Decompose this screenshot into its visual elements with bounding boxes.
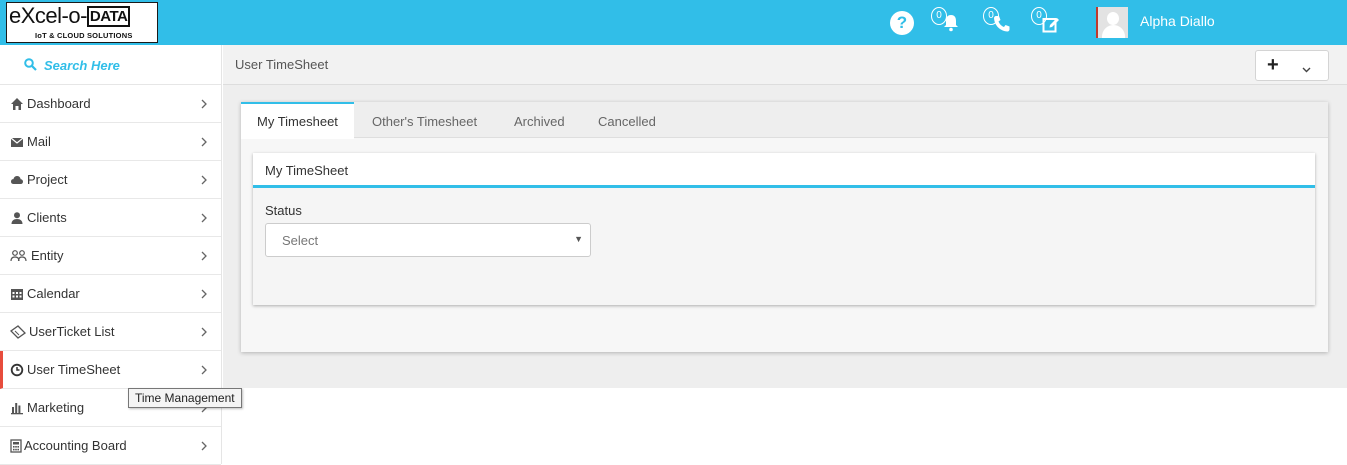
home-icon (10, 97, 24, 111)
cloud-icon (10, 173, 24, 187)
chevron-right-icon (201, 173, 207, 185)
tab-my-timesheet[interactable]: My Timesheet (241, 102, 354, 139)
chevron-right-icon (201, 211, 207, 223)
sidebar-item-userticket-list[interactable]: UserTicket List (0, 313, 221, 351)
sidebar-item-mail[interactable]: Mail (0, 123, 221, 161)
user-icon (10, 211, 24, 225)
chevron-right-icon (201, 249, 207, 261)
sidebar-item-label: Accounting Board (24, 438, 127, 453)
sidebar-item-label: Entity (31, 248, 64, 263)
logo-subtitle: IoT & CLOUD SOLUTIONS (35, 31, 133, 40)
sidebar-item-label: User TimeSheet (27, 362, 121, 377)
sidebar-item-label: Marketing (27, 400, 85, 415)
timesheet-panel: My Timesheet Other's Timesheet Archived … (241, 102, 1328, 352)
bar-chart-icon (10, 401, 24, 415)
sidebar-item-accounting-board[interactable]: Accounting Board (0, 427, 221, 465)
logo-text: eXcel-o- (9, 3, 87, 28)
chevron-right-icon (201, 135, 207, 147)
chevron-right-icon (201, 325, 207, 337)
top-bar: eXcel-o- DATA IoT & CLOUD SOLUTIONS ? 0 0… (0, 0, 1347, 45)
search-icon (24, 58, 37, 74)
sidebar-item-entity[interactable]: Entity (0, 237, 221, 275)
tab-others-timesheet[interactable]: Other's Timesheet (356, 102, 493, 138)
sidebar-item-clients[interactable]: Clients (0, 199, 221, 237)
status-select-value: Select (282, 233, 319, 248)
sidebar-item-project[interactable]: Project (0, 161, 221, 199)
chevron-right-icon (201, 363, 207, 375)
card-header: My TimeSheet (253, 153, 1315, 188)
sidebar-item-user-timesheet[interactable]: User TimeSheet (0, 351, 221, 389)
chevron-down-icon (1302, 61, 1311, 76)
status-label: Status (265, 203, 302, 218)
card-title: My TimeSheet (265, 163, 349, 178)
logo-box-text: DATA (86, 6, 131, 27)
sidebar-item-label: Clients (27, 210, 67, 225)
chevron-right-icon (201, 97, 207, 109)
sidebar-item-label: Project (27, 172, 68, 187)
caret-down-icon: ▼ (574, 234, 583, 244)
sidebar-item-label: Mail (27, 134, 51, 149)
calculator-icon (10, 439, 24, 453)
clock-icon (10, 363, 24, 377)
sidebar-item-label: Dashboard (27, 96, 91, 111)
ticket-icon (9, 325, 27, 339)
sidebar-item-dashboard[interactable]: Dashboard (0, 85, 221, 123)
sidebar-search[interactable]: Search Here (0, 45, 221, 85)
chevron-right-icon (201, 439, 207, 451)
tab-bar: My Timesheet Other's Timesheet Archived … (241, 102, 1328, 139)
envelope-icon (10, 135, 24, 149)
notifications-badge: 0 (931, 7, 947, 25)
tooltip: Time Management (128, 388, 242, 408)
status-select[interactable]: Select ▼ (265, 223, 591, 257)
user-name[interactable]: Alpha Diallo (1140, 13, 1215, 29)
add-dropdown-button[interactable]: + (1255, 50, 1329, 81)
page-header: User TimeSheet + (223, 45, 1347, 85)
main-content: User TimeSheet + My Timesheet Other's Ti… (223, 45, 1347, 388)
sidebar-item-label: UserTicket List (29, 324, 115, 339)
calendar-icon (10, 287, 24, 301)
tasks-badge: 0 (1031, 7, 1047, 25)
my-timesheet-card: My TimeSheet Status Select ▼ (253, 153, 1315, 305)
tab-cancelled[interactable]: Cancelled (582, 102, 672, 138)
page-title: User TimeSheet (235, 57, 329, 72)
tab-archived[interactable]: Archived (498, 102, 581, 138)
search-input[interactable]: Search Here (44, 58, 120, 73)
brand-logo[interactable]: eXcel-o- DATA IoT & CLOUD SOLUTIONS (6, 2, 158, 43)
group-icon (10, 249, 27, 263)
plus-icon: + (1267, 54, 1279, 76)
sidebar-item-label: Calendar (27, 286, 80, 301)
sidebar-item-calendar[interactable]: Calendar (0, 275, 221, 313)
help-icon[interactable]: ? (890, 11, 914, 35)
chevron-right-icon (201, 287, 207, 299)
calls-badge: 0 (983, 7, 999, 25)
avatar[interactable] (1096, 7, 1128, 38)
